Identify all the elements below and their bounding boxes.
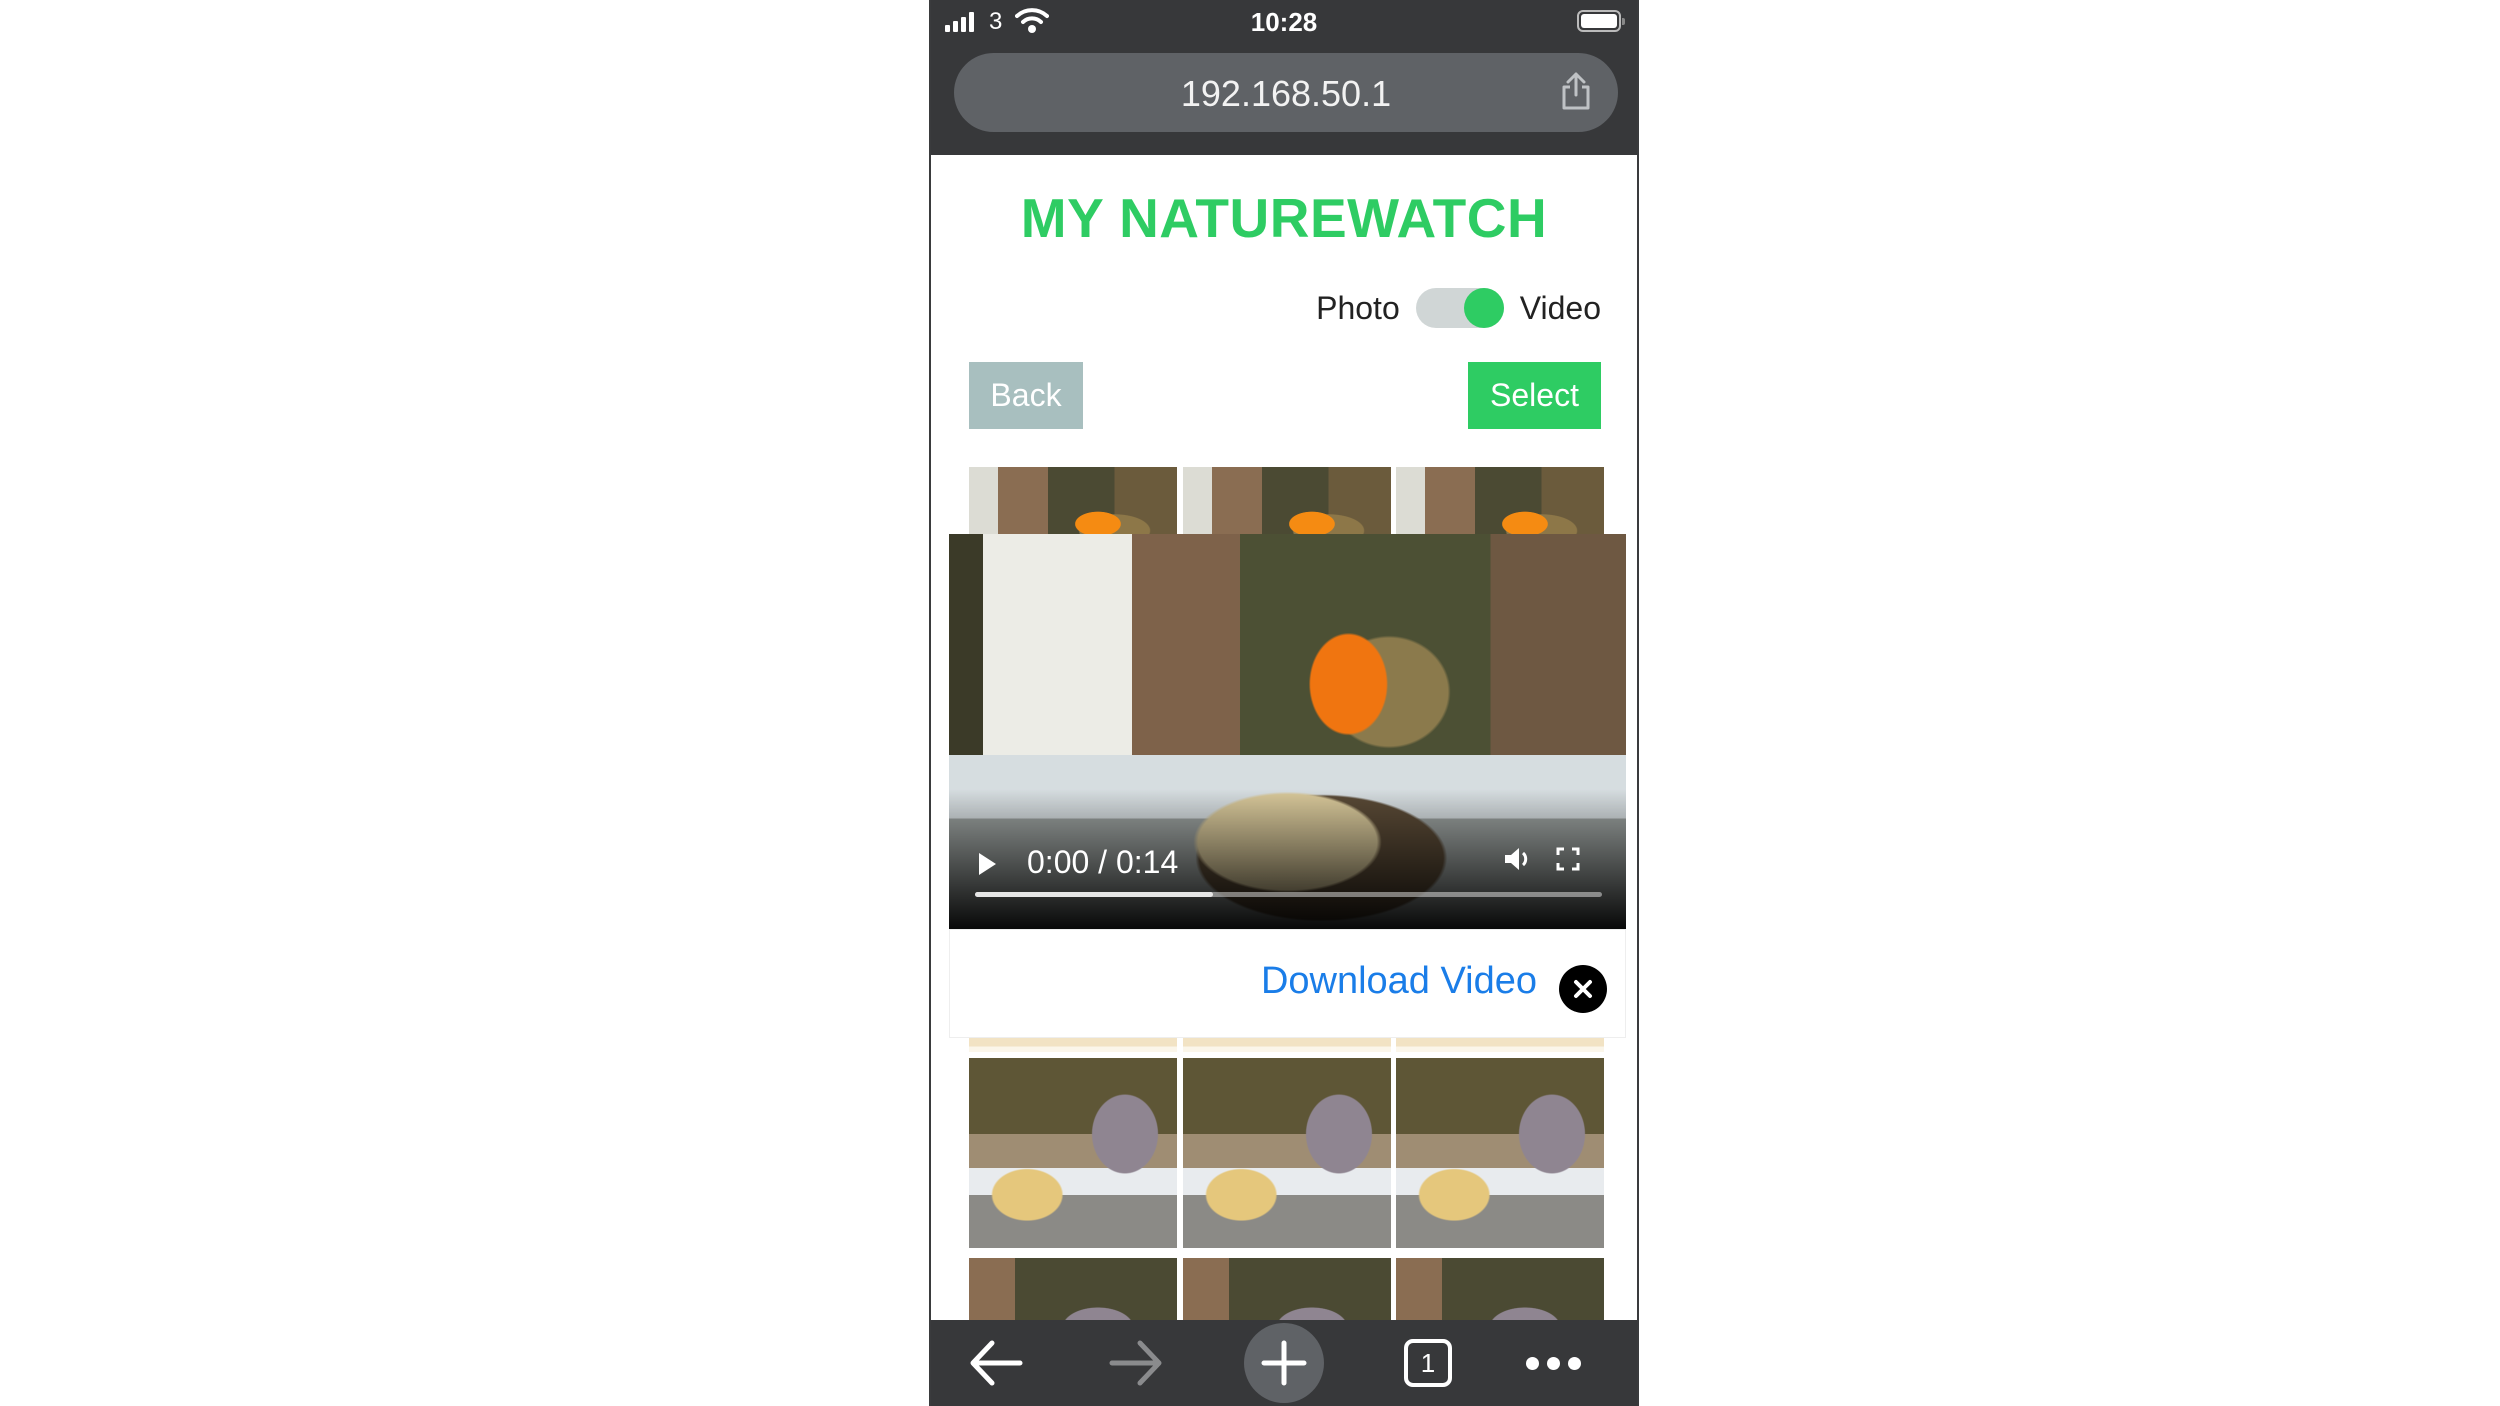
- back-button[interactable]: Back: [969, 362, 1083, 429]
- tabs-button[interactable]: 1: [1398, 1320, 1458, 1406]
- video-buffered-bar: [975, 892, 1214, 897]
- gallery-thumbnail[interactable]: [969, 1038, 1177, 1052]
- back-nav-button[interactable]: [961, 1320, 1031, 1406]
- gallery-thumbnail[interactable]: [1183, 1258, 1391, 1328]
- video-progress-track[interactable]: [975, 892, 1602, 897]
- gallery-thumbnail[interactable]: [1396, 467, 1604, 534]
- address-bar[interactable]: 192.168.50.1: [954, 53, 1618, 132]
- mode-toggle-row: Photo Video: [1316, 286, 1601, 330]
- gallery-thumbnail[interactable]: [1396, 1038, 1604, 1052]
- page-title: MY NATUREWATCH: [1020, 187, 1548, 249]
- gallery-thumbnail[interactable]: [1396, 1058, 1604, 1248]
- url-text[interactable]: 192.168.50.1: [954, 73, 1618, 115]
- volume-icon[interactable]: [1502, 844, 1532, 879]
- status-time: 10:28: [1250, 7, 1318, 37]
- gallery-thumbnail[interactable]: [969, 1058, 1177, 1248]
- photo-video-toggle[interactable]: [1415, 288, 1504, 328]
- gallery-thumbnail[interactable]: [1396, 1258, 1604, 1328]
- arrow-right-icon: [1109, 1340, 1162, 1386]
- tab-count: 1: [1404, 1339, 1452, 1387]
- close-icon[interactable]: [1559, 965, 1607, 1013]
- gallery-thumbnail[interactable]: [1183, 1058, 1391, 1248]
- phone-screen: 3 10:28 192.168.50.1 MY NATUREWATCH Phot…: [929, 0, 1639, 1406]
- battery-icon: [1577, 10, 1625, 32]
- video-time-display: 0:00 / 0:14: [1027, 844, 1179, 880]
- toggle-knob: [1463, 288, 1504, 328]
- forward-nav-button[interactable]: [1101, 1320, 1171, 1406]
- more-dots-icon: [1525, 1356, 1581, 1370]
- status-bar: 3 10:28: [931, 0, 1637, 45]
- gallery-thumbnail[interactable]: [969, 1258, 1177, 1328]
- gallery-thumbnail[interactable]: [1183, 467, 1391, 534]
- play-icon[interactable]: [979, 853, 996, 875]
- video-player[interactable]: 0:00 / 0:14: [949, 534, 1626, 929]
- new-tab-button[interactable]: [1244, 1320, 1324, 1406]
- browser-bottom-toolbar: 1: [931, 1320, 1637, 1406]
- video-modal-footer: Download Video: [949, 929, 1626, 1038]
- download-video-link[interactable]: Download Video: [1261, 960, 1537, 1003]
- share-icon[interactable]: [1560, 71, 1592, 116]
- select-button[interactable]: Select: [1468, 362, 1601, 429]
- gallery-thumbnail[interactable]: [969, 467, 1177, 534]
- gallery-thumbnail[interactable]: [1183, 1038, 1391, 1052]
- video-label: Video: [1519, 289, 1601, 326]
- plus-icon: [1261, 1340, 1307, 1386]
- arrow-left-icon: [970, 1340, 1023, 1386]
- photo-label: Photo: [1316, 289, 1400, 326]
- fullscreen-icon[interactable]: [1556, 847, 1580, 876]
- more-menu-button[interactable]: [1513, 1320, 1593, 1406]
- browser-top-bar: 3 10:28 192.168.50.1: [931, 0, 1637, 155]
